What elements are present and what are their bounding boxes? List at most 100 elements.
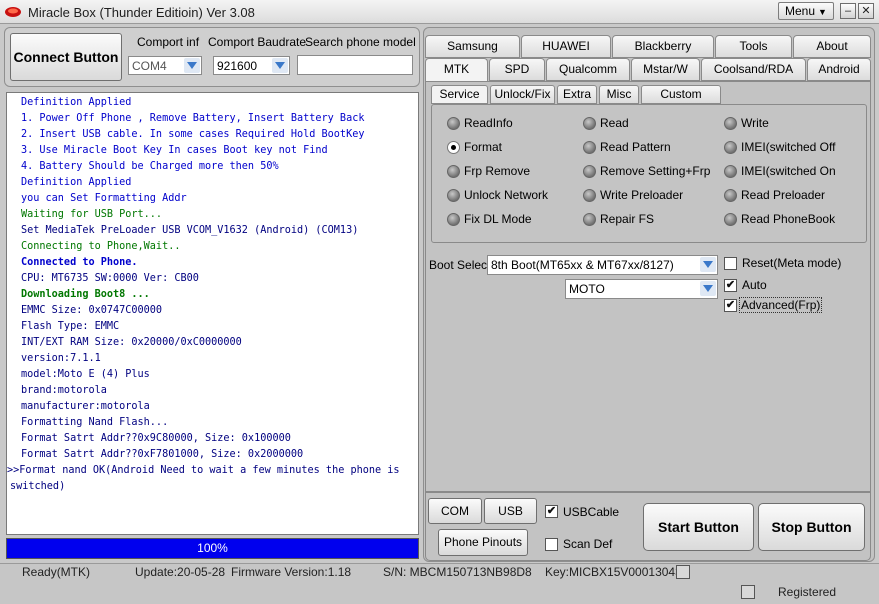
log-line: model:Moto E (4) Plus xyxy=(21,369,150,380)
stop-button[interactable]: Stop Button xyxy=(758,503,865,551)
status-ready: Ready(MTK) xyxy=(22,565,91,579)
dropdown-arrow-icon xyxy=(272,58,288,73)
radio-frp-remove[interactable] xyxy=(447,165,460,178)
tab-tools[interactable]: Tools xyxy=(715,35,792,58)
radio-read[interactable] xyxy=(583,117,596,130)
radio-format[interactable] xyxy=(447,141,460,154)
brand-select[interactable]: MOTO xyxy=(565,279,718,299)
log-line: brand:motorola xyxy=(21,385,107,396)
log-line: Connecting to Phone,Wait.. xyxy=(21,241,181,252)
log-line: Set MediaTek PreLoader USB VCOM_V1632 (A… xyxy=(21,225,359,236)
radio-label: Remove Setting+Frp xyxy=(600,164,711,178)
log-line: Connected to Phone. xyxy=(21,257,138,268)
resize-grip-icon xyxy=(741,585,755,599)
subtab-extra[interactable]: Extra xyxy=(557,85,597,104)
usbcable-checkbox[interactable]: ✔ xyxy=(545,505,558,518)
tab-huawei[interactable]: HUAWEI xyxy=(521,35,611,58)
radio-label: Write xyxy=(741,116,769,130)
advanced-frp-checkbox[interactable]: ✔ xyxy=(724,299,737,312)
search-phone-input[interactable] xyxy=(297,55,413,75)
tab-mtk[interactable]: MTK xyxy=(425,58,488,82)
subtab-misc[interactable]: Misc xyxy=(599,85,639,104)
resize-grip-icon xyxy=(676,565,690,579)
log-line: Waiting for USB Port... xyxy=(21,209,163,220)
phone-pinouts-button[interactable]: Phone Pinouts xyxy=(438,529,528,556)
radio-read-phonebook[interactable] xyxy=(724,213,737,226)
search-phone-label: Search phone model xyxy=(305,35,416,49)
tab-blackberry[interactable]: Blackberry xyxy=(612,35,714,58)
auto-checkbox[interactable]: ✔ xyxy=(724,279,737,292)
log-line: Format Satrt Addr??0x9C80000, Size: 0x10… xyxy=(21,433,291,444)
tab-qualcomm[interactable]: Qualcomm xyxy=(546,58,630,81)
log-line: 1. Power Off Phone , Remove Battery, Ins… xyxy=(21,113,365,124)
radio-repair-fs[interactable] xyxy=(583,213,596,226)
radio-read-pattern[interactable] xyxy=(583,141,596,154)
radio-label: Read xyxy=(600,116,629,130)
tab-about[interactable]: About xyxy=(793,35,871,58)
log-line: CPU: MT6735 SW:0000 Ver: CB00 xyxy=(21,273,199,284)
radio-label: Read PhoneBook xyxy=(741,212,836,226)
log-line: Format Satrt Addr??0xF7801000, Size: 0x2… xyxy=(21,449,304,460)
log-line: EMMC Size: 0x0747C00000 xyxy=(21,305,163,316)
advanced-frp-label: Advanced(Frp) xyxy=(738,297,823,313)
status-key: Key:MICBX15V00013043 xyxy=(545,565,682,579)
radio-write-preloader[interactable] xyxy=(583,189,596,202)
radio-unlock-network[interactable] xyxy=(447,189,460,202)
comport-select[interactable]: COM4 xyxy=(128,56,202,75)
scan-def-label: Scan Def xyxy=(563,537,613,551)
log-line: Definition Applied xyxy=(21,177,132,188)
status-update: Update:20-05-28 xyxy=(135,565,226,579)
menu-button[interactable]: Menu ▼ xyxy=(778,2,834,20)
log-line: INT/EXT RAM Size: 0x20000/0xC0000000 xyxy=(21,337,242,348)
usb-scan-button[interactable]: USB Scan xyxy=(484,498,537,542)
radio-remove-setting-frp[interactable] xyxy=(583,165,596,178)
log-line: version:7.1.1 xyxy=(21,353,101,364)
log-line: you can Set Formatting Addr xyxy=(21,193,187,204)
radio-label: Read Preloader xyxy=(741,188,826,202)
dropdown-arrow-icon xyxy=(184,58,200,73)
boot-select[interactable]: 8th Boot(MT65xx & MT67xx/8127) xyxy=(487,255,718,275)
subtab-service[interactable]: Service xyxy=(431,85,488,104)
tab-android[interactable]: Android xyxy=(807,58,871,81)
tab-samsung[interactable]: Samsung xyxy=(425,35,520,58)
radio-label: ReadInfo xyxy=(464,116,513,130)
connect-button[interactable]: Connect Button xyxy=(10,33,122,81)
title-bar: Miracle Box (Thunder Editioin) Ver 3.08 … xyxy=(0,0,879,24)
boot-select-label: Boot Select: xyxy=(429,258,494,272)
log-line: Downloading Boot8 ... xyxy=(21,289,150,300)
radio-read-preloader[interactable] xyxy=(724,189,737,202)
baudrate-select[interactable]: 921600 xyxy=(213,56,290,75)
radio-readinfo[interactable] xyxy=(447,117,460,130)
radio-fix-dl-mode[interactable] xyxy=(447,213,460,226)
tab-coolsand[interactable]: Coolsand/RDA xyxy=(701,58,806,81)
subtab-unlock-fix[interactable]: Unlock/Fix xyxy=(490,85,555,104)
radio-label: Unlock Network xyxy=(464,188,549,202)
radio-write[interactable] xyxy=(724,117,737,130)
minimize-button[interactable]: – xyxy=(840,3,856,19)
brand-select-value: MOTO xyxy=(569,282,605,296)
scan-def-checkbox[interactable] xyxy=(545,538,558,551)
subtab-custom-setting[interactable]: Custom Setting xyxy=(641,85,721,118)
radio-imei-switched-on[interactable] xyxy=(724,165,737,178)
reset-meta-label: Reset(Meta mode) xyxy=(742,256,842,270)
radio-imei-switched-off[interactable] xyxy=(724,141,737,154)
log-line: >>Format nand OK(Android Need to wait a … xyxy=(7,465,400,476)
log-line: Flash Type: EMMC xyxy=(21,321,120,332)
reset-meta-checkbox[interactable] xyxy=(724,257,737,270)
status-firmware: Firmware Version:1.18 xyxy=(231,565,352,579)
radio-label: Format xyxy=(464,140,503,154)
com-scan-button[interactable]: COM Scan xyxy=(428,498,482,542)
boot-select-value: 8th Boot(MT65xx & MT67xx/8127) xyxy=(491,258,674,272)
tab-mstar[interactable]: Mstar/W xyxy=(631,58,700,81)
log-line: Definition Applied xyxy=(21,97,132,108)
close-button[interactable]: ✕ xyxy=(858,3,874,19)
radio-label: Fix DL Mode xyxy=(464,212,532,226)
log-line: manufacturer:motorola xyxy=(21,401,150,412)
start-button[interactable]: Start Button xyxy=(643,503,754,551)
radio-label: Repair FS xyxy=(600,212,655,226)
baudrate-label: Comport Baudrate xyxy=(208,35,307,49)
window-title: Miracle Box (Thunder Editioin) Ver 3.08 xyxy=(28,5,255,20)
log-line: switched) xyxy=(10,481,66,492)
tab-spd[interactable]: SPD xyxy=(489,58,545,81)
radio-label: IMEI(switched On xyxy=(741,164,836,178)
